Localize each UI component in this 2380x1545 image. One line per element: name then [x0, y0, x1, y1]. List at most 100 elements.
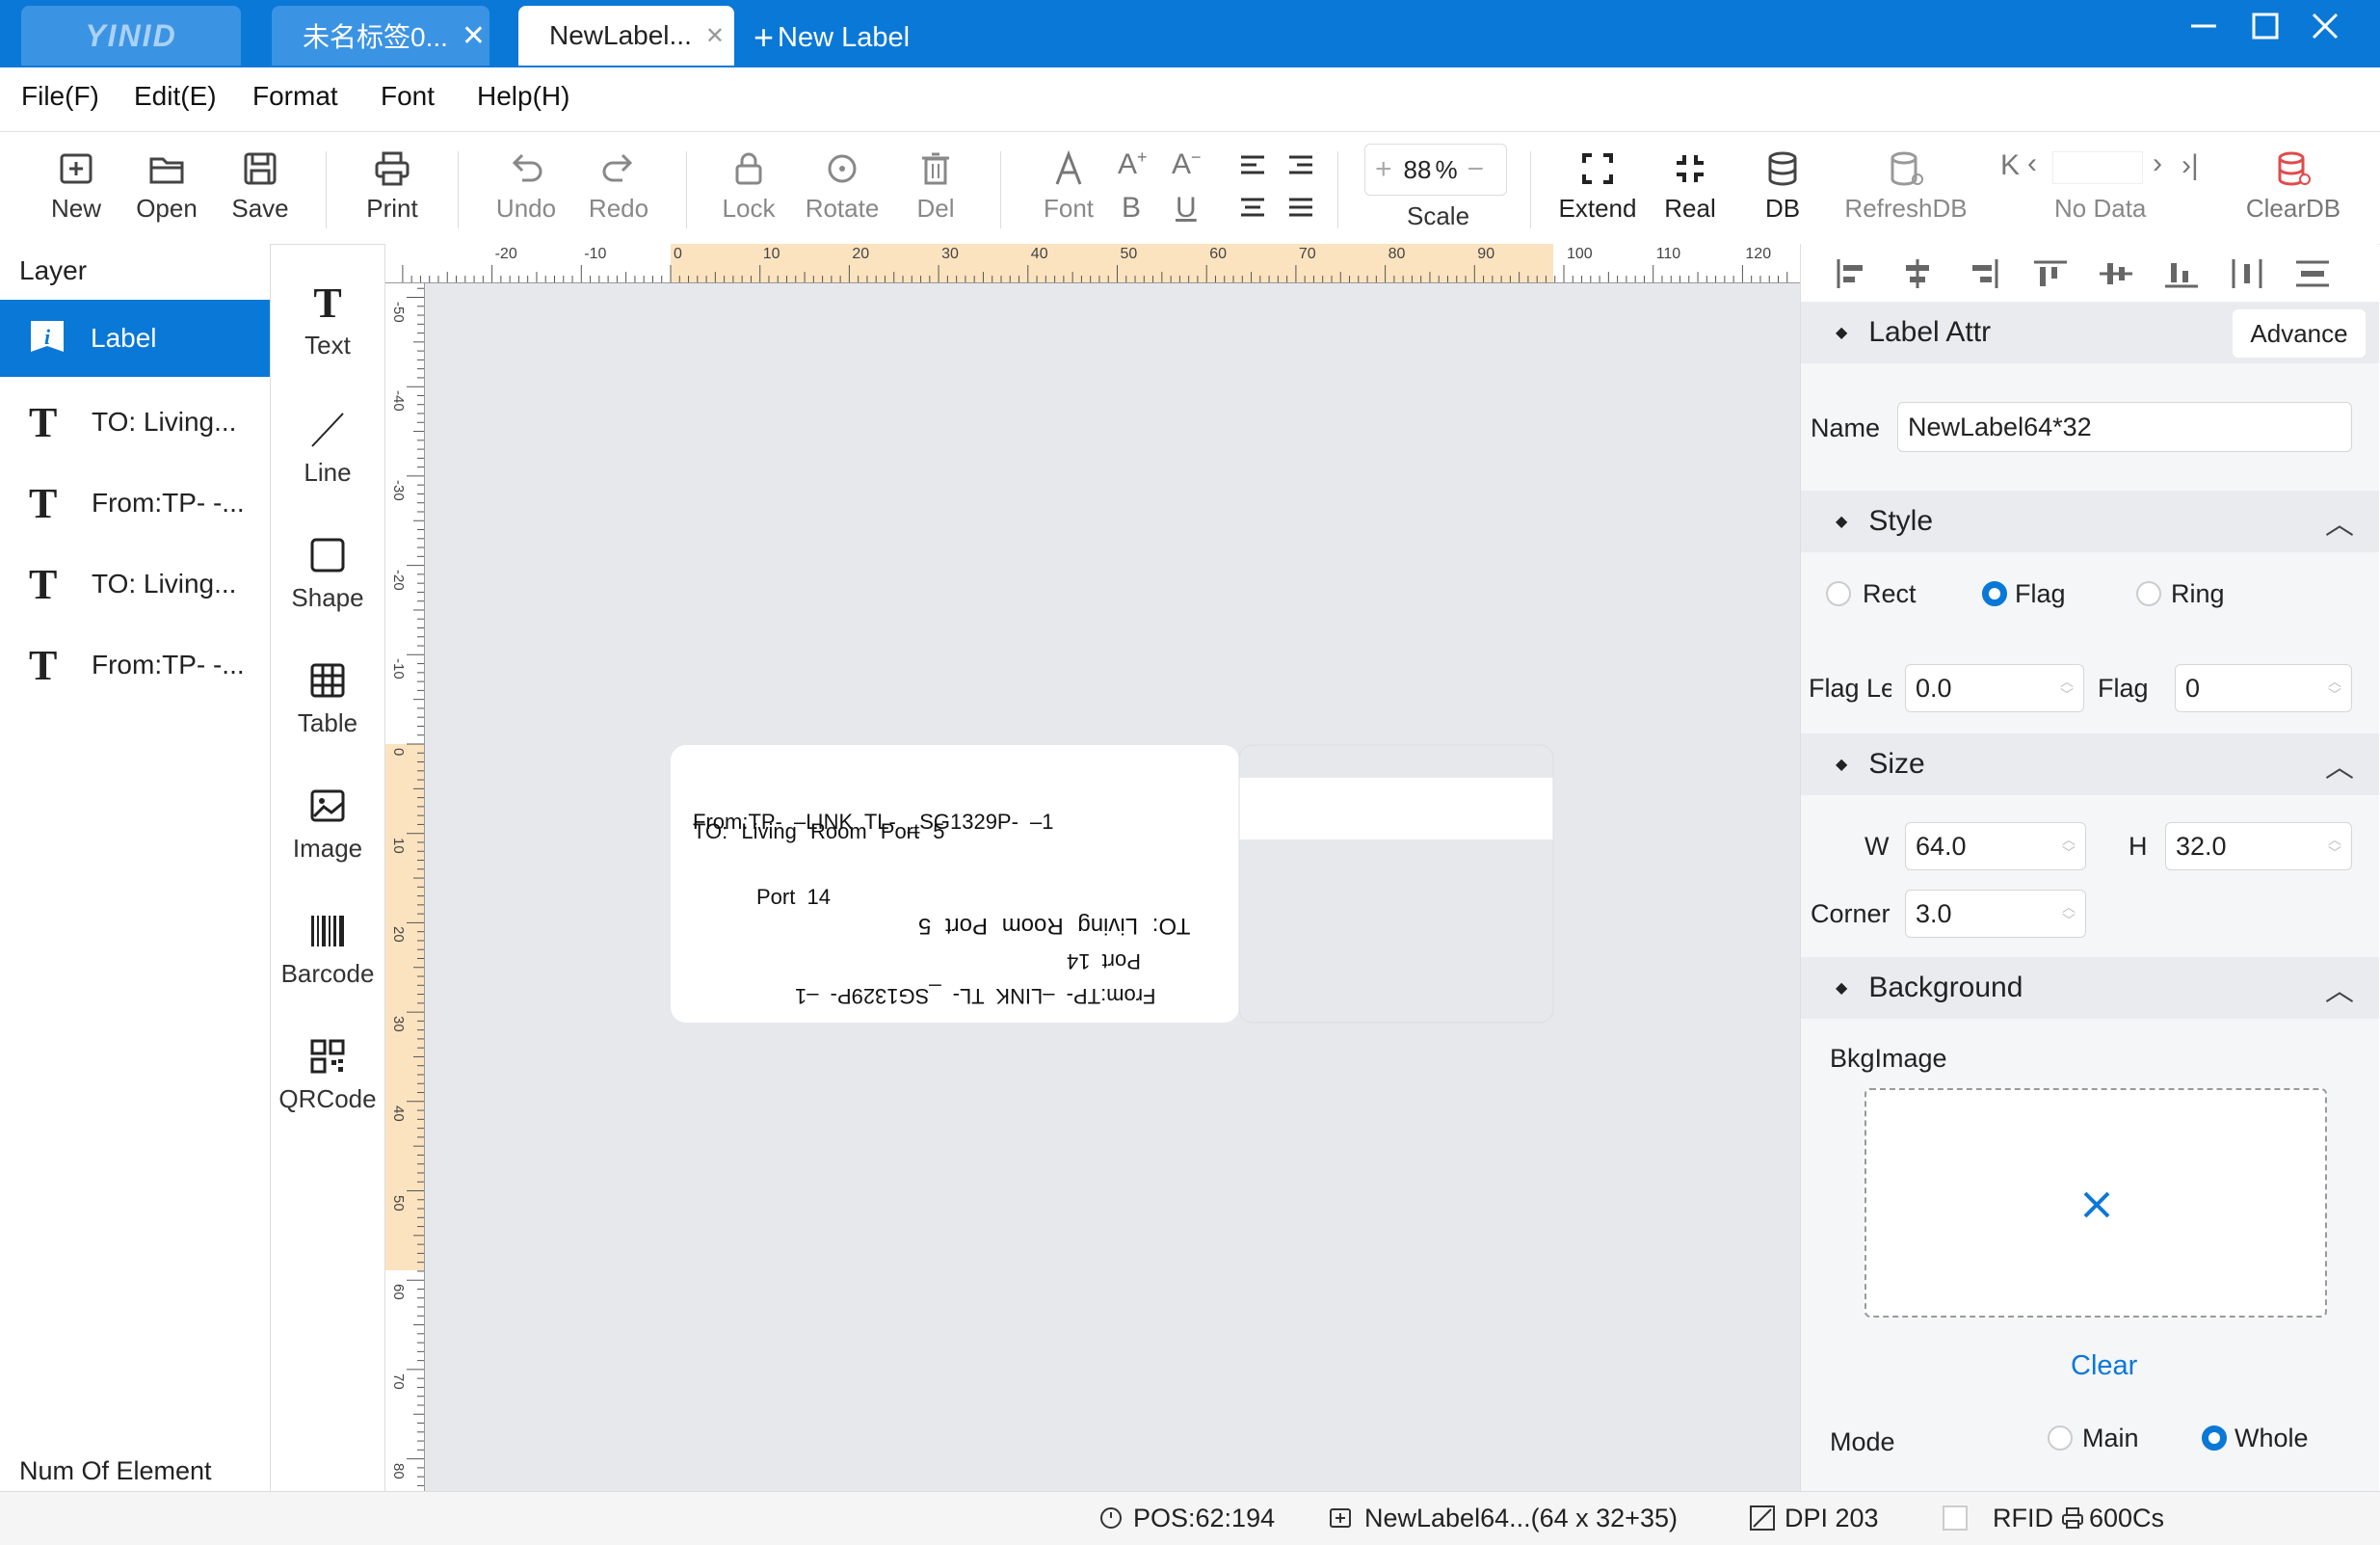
save-button[interactable]: Save [226, 149, 294, 224]
image-tool[interactable]: Image [271, 786, 384, 864]
chevron-up-icon[interactable]: ︿ [2325, 743, 2354, 786]
remove-image-icon[interactable] [2082, 1190, 2111, 1219]
extend-button[interactable]: Extend [1557, 149, 1638, 224]
style-rect-radio[interactable] [1826, 581, 1851, 606]
scale-control[interactable]: + 88 % − [1364, 144, 1507, 196]
zoom-in-icon[interactable]: + [1375, 153, 1392, 186]
prev-record-icon[interactable]: ‹ [2027, 147, 2037, 180]
spinner-icon[interactable]: ︿ ﹀ [2062, 900, 2076, 927]
underline-icon[interactable]: U [1176, 192, 1197, 225]
distribute-vertical-icon[interactable] [2296, 259, 2329, 288]
app-logo-tab[interactable]: YINID [21, 6, 241, 66]
distribute-horizontal-icon[interactable] [2231, 259, 2263, 288]
refreshdb-button[interactable]: RefreshDB [1840, 149, 1971, 224]
layer-item-label[interactable]: i Label [0, 300, 270, 377]
ruler-label: -20 [390, 569, 407, 591]
height-value: 32.0 [2176, 831, 2227, 861]
last-record-icon[interactable]: ›| [2182, 149, 2199, 182]
menu-edit[interactable]: Edit(E) [134, 81, 217, 112]
layer-item-text-3[interactable]: T TO: Living... [0, 546, 270, 623]
height-field[interactable]: 32.0 ︿ ﹀ [2165, 822, 2352, 870]
layer-item-text-2[interactable]: T From:TP- -... [0, 465, 270, 542]
menu-file[interactable]: File(F) [21, 81, 99, 112]
lock-button[interactable]: Lock [715, 149, 782, 224]
chevron-up-icon[interactable]: ︿ [2325, 500, 2354, 543]
menu-help[interactable]: Help(H) [477, 81, 569, 112]
open-button[interactable]: Open [133, 149, 200, 224]
align-vcenter-icon[interactable] [2100, 259, 2132, 288]
spinner-icon[interactable]: ︿ ﹀ [2062, 833, 2076, 860]
font-size-decrease-icon[interactable]: A− [1172, 147, 1202, 181]
font-icon [1055, 149, 1082, 185]
mode-main-radio[interactable] [2048, 1425, 2073, 1451]
style-flag-radio[interactable] [1982, 581, 2007, 606]
corner-field[interactable]: 3.0 ︿ ﹀ [1905, 890, 2086, 938]
spinner-icon[interactable]: ︿ ﹀ [2328, 675, 2341, 702]
layer-item-text-4[interactable]: T From:TP- -... [0, 626, 270, 704]
align-bottom-edge-icon[interactable] [2165, 259, 2198, 288]
background-image-dropzone[interactable] [1864, 1088, 2327, 1318]
real-button[interactable]: Real [1659, 149, 1721, 224]
window-close-icon[interactable] [2301, 12, 2349, 49]
tab-unnamed-label[interactable]: 未名标签0... ✕ [272, 6, 489, 66]
align-hcenter-icon[interactable] [1901, 259, 1934, 288]
qrcode-tool[interactable]: QRCode [271, 1036, 384, 1114]
align-left-icon[interactable] [1239, 153, 1266, 176]
cleardb-button[interactable]: ClearDB [2245, 149, 2341, 224]
tab-newlabel[interactable]: NewLabel... ✕ [518, 6, 734, 66]
delete-button[interactable]: Del [902, 149, 969, 224]
rfid-checkbox[interactable] [1943, 1505, 1968, 1531]
maximize-icon[interactable] [2241, 12, 2289, 49]
redo-button[interactable]: Redo [582, 149, 655, 224]
font-button[interactable]: Font [1035, 149, 1102, 224]
minimize-icon[interactable] [2180, 12, 2228, 49]
chevron-up-icon[interactable]: ︿ [2325, 967, 2354, 1009]
spinner-icon[interactable]: ︿ ﹀ [2328, 833, 2341, 860]
align-top-edge-icon[interactable] [2034, 259, 2067, 288]
zoom-out-icon[interactable]: − [1468, 153, 1485, 186]
layer-item-text-1[interactable]: T TO: Living... [0, 384, 270, 461]
horizontal-ruler: -20 -10 0 10 20 30 40 50 60 70 80 90 100 110 120 [385, 244, 1800, 283]
mode-whole-radio[interactable] [2202, 1425, 2227, 1451]
spinner-icon[interactable]: ︿ ﹀ [2060, 675, 2074, 702]
next-record-icon[interactable]: › [2153, 147, 2162, 180]
width-field[interactable]: 64.0 ︿ ﹀ [1905, 822, 2086, 870]
line-tool[interactable]: Line [271, 410, 384, 488]
font-size-increase-icon[interactable]: A+ [1118, 147, 1148, 181]
record-index-input[interactable] [2052, 151, 2143, 184]
new-label-button[interactable]: + New Label [754, 17, 910, 58]
clear-link[interactable]: Clear [2071, 1350, 2137, 1382]
align-left-edge-icon[interactable] [1836, 259, 1868, 288]
align-justify-icon[interactable] [1287, 196, 1314, 219]
bold-icon[interactable]: B [1122, 192, 1141, 225]
label-text-to[interactable]: TO: Living Room Port 5 [693, 819, 944, 844]
design-canvas[interactable]: From:TP- –LINK TL- _SG1329P- –1 Port 14 … [425, 283, 1800, 1491]
align-right-icon[interactable] [1287, 153, 1314, 176]
barcode-tool[interactable]: Barcode [271, 911, 384, 989]
menu-font[interactable]: Font [381, 81, 435, 112]
style-ring-radio[interactable] [2136, 581, 2161, 606]
menu-format[interactable]: Format [252, 81, 338, 112]
print-button[interactable]: Print [358, 149, 426, 224]
label-text-from-rotated[interactable]: From:TP- –LINK TL- _SG1329P- –1 [795, 983, 1156, 1008]
label-text-to-rotated[interactable]: TO: Living Room Port 5 [918, 912, 1190, 939]
shape-tool[interactable]: Shape [271, 535, 384, 613]
first-record-icon[interactable]: K [2000, 149, 2020, 182]
align-center-icon[interactable] [1239, 196, 1266, 219]
flag-field[interactable]: 0 ︿ ﹀ [2175, 664, 2352, 712]
undo-button[interactable]: Undo [489, 149, 563, 224]
new-button[interactable]: New [42, 149, 110, 224]
rect-label: Rect [1863, 579, 1917, 608]
name-field[interactable]: NewLabel64*32 [1897, 402, 2352, 452]
flag-length-field[interactable]: 0.0 ︿ ﹀ [1905, 664, 2084, 712]
table-tool[interactable]: Table [271, 660, 384, 738]
advance-button[interactable]: Advance [2233, 309, 2366, 358]
rotate-button[interactable]: Rotate [804, 149, 881, 224]
db-button[interactable]: DB [1752, 149, 1813, 224]
close-icon[interactable]: ✕ [462, 19, 486, 53]
close-icon[interactable]: ✕ [705, 22, 725, 50]
text-tool[interactable]: T Text [271, 282, 384, 360]
label-port-rotated[interactable]: Port 14 [1067, 948, 1141, 973]
align-right-edge-icon[interactable] [1967, 259, 1999, 288]
layer-panel: Layer i Label T TO: Living... T From:TP-… [0, 244, 271, 1491]
